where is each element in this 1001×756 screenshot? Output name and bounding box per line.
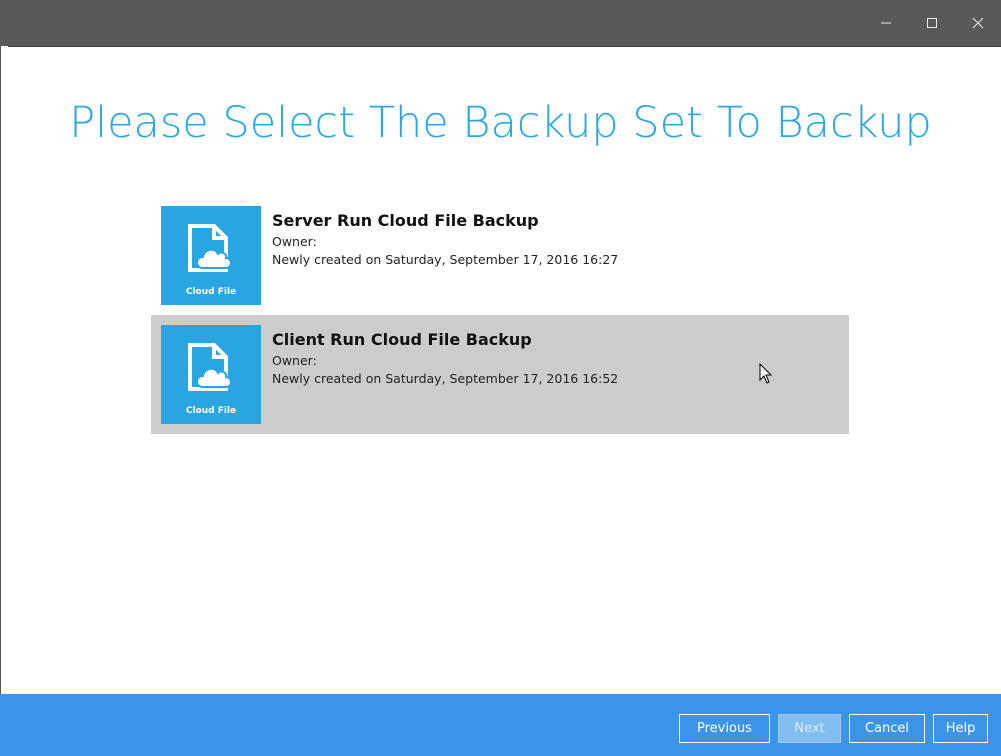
previous-button[interactable]: Previous bbox=[679, 714, 770, 743]
help-button[interactable]: Help bbox=[933, 714, 988, 743]
backup-set-details: Server Run Cloud File Backup Owner: Newl… bbox=[272, 211, 618, 269]
backup-set-created: Newly created on Saturday, September 17,… bbox=[272, 371, 619, 386]
cancel-button[interactable]: Cancel bbox=[849, 714, 925, 743]
backup-set-details: Client Run Cloud File Backup Owner: Newl… bbox=[272, 330, 618, 388]
close-icon bbox=[972, 17, 984, 29]
tile-label: Cloud File bbox=[185, 406, 237, 416]
title-bar[interactable] bbox=[0, 0, 1001, 47]
window-controls bbox=[863, 0, 1001, 46]
wizard-buttons: Previous Next Cancel Help bbox=[679, 714, 988, 743]
minimize-icon bbox=[881, 22, 891, 24]
backup-set-owner: Owner: bbox=[272, 234, 317, 249]
footer-bar: Previous Next Cancel Help bbox=[0, 694, 1001, 756]
backup-set-item-server-run[interactable]: Cloud File Server Run Cloud File Backup … bbox=[151, 196, 849, 315]
cloud-file-icon bbox=[188, 343, 232, 391]
maximize-icon bbox=[927, 18, 937, 28]
backup-set-list: Cloud File Server Run Cloud File Backup … bbox=[151, 196, 849, 434]
backup-set-name: Server Run Cloud File Backup bbox=[272, 211, 539, 230]
cloud-file-icon bbox=[188, 224, 232, 272]
backup-set-item-client-run[interactable]: Cloud File Client Run Cloud File Backup … bbox=[151, 315, 849, 434]
close-button[interactable] bbox=[955, 0, 1001, 46]
backup-set-created: Newly created on Saturday, September 17,… bbox=[272, 252, 619, 267]
maximize-button[interactable] bbox=[909, 0, 955, 46]
tile-label: Cloud File bbox=[185, 287, 237, 297]
minimize-button[interactable] bbox=[863, 0, 909, 46]
backup-set-tile: Cloud File bbox=[161, 325, 261, 424]
mouse-pointer-icon bbox=[759, 363, 773, 384]
next-button[interactable]: Next bbox=[778, 714, 841, 743]
page-title: Please Select The Backup Set To Backup bbox=[69, 98, 932, 148]
backup-set-name: Client Run Cloud File Backup bbox=[272, 330, 532, 349]
backup-set-owner: Owner: bbox=[272, 353, 317, 368]
backup-set-tile: Cloud File bbox=[161, 206, 261, 305]
app-window: Please Select The Backup Set To Backup C… bbox=[0, 0, 1001, 756]
